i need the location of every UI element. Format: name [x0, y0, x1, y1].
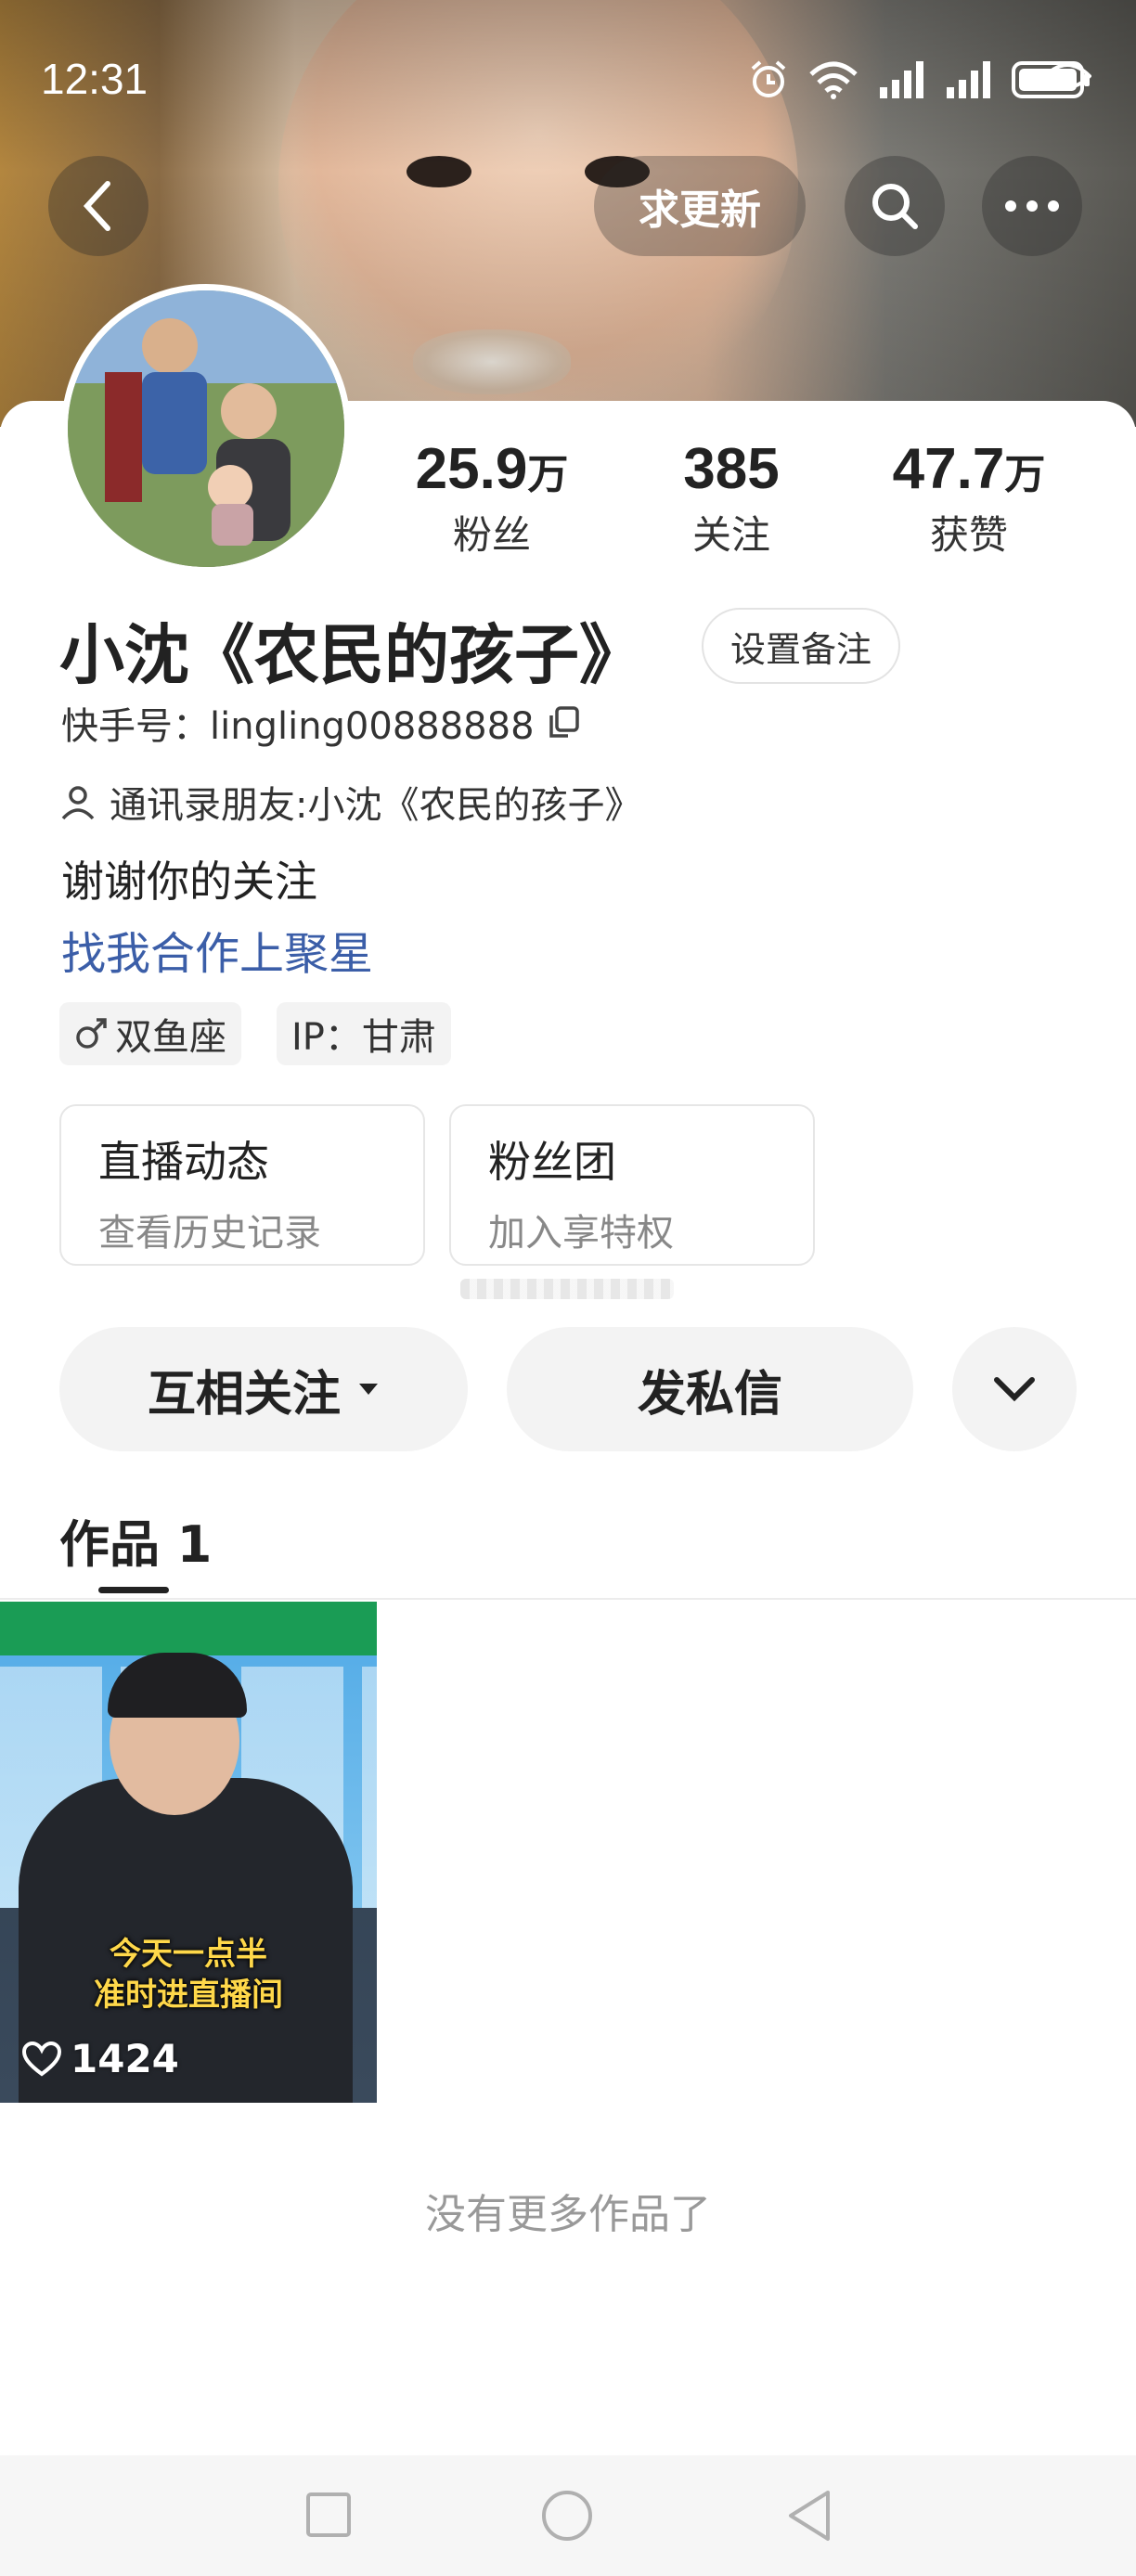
copy-icon[interactable]: [548, 706, 579, 740]
contact-friend-row: 通讯录朋友:小沈《农民的孩子》: [59, 775, 641, 829]
more-options-button[interactable]: [982, 156, 1082, 256]
content-tabs: 作品 1: [0, 1494, 1136, 1600]
video-likes-count: 1424: [71, 2036, 179, 2081]
fan-club-title: 粉丝团: [488, 1137, 616, 1187]
tab-works[interactable]: 作品 1: [59, 1503, 212, 1577]
send-message-label: 发私信: [637, 1366, 782, 1423]
likes-stat[interactable]: 47.7万 获赞: [848, 436, 1090, 560]
search-button[interactable]: [845, 156, 945, 256]
fan-club-subtitle: 加入享特权: [488, 1212, 674, 1255]
profile-bio: 谢谢你的关注: [61, 857, 317, 907]
ip-text: IP：甘肃: [291, 1016, 436, 1059]
caret-down-icon: [359, 1384, 378, 1395]
mutual-follow-label: 互相关注: [147, 1366, 341, 1423]
back-button[interactable]: [48, 156, 148, 256]
fans-unit: 万: [527, 452, 569, 497]
fan-club-card[interactable]: 粉丝团 加入享特权: [449, 1104, 815, 1266]
ip-tag: IP：甘肃: [277, 1002, 451, 1065]
expand-button[interactable]: [952, 1327, 1077, 1451]
no-more-works-text: 没有更多作品了: [425, 2191, 711, 2238]
mutual-follow-button[interactable]: 互相关注: [59, 1327, 468, 1451]
alarm-icon: [751, 60, 786, 97]
zodiac-tag: 双鱼座: [59, 1002, 241, 1065]
profile-name: 小沈《农民的孩子》: [59, 617, 644, 693]
send-message-button[interactable]: 发私信: [507, 1327, 913, 1451]
male-icon: [76, 1018, 107, 1049]
chevron-down-icon: [994, 1377, 1035, 1402]
likes-label: 获赞: [929, 512, 1008, 558]
blurred-text: [460, 1279, 674, 1299]
contact-friend-text: 通讯录朋友:小沈《农民的孩子》: [110, 784, 642, 827]
signal-icon: [880, 61, 923, 98]
kuaishou-id: 快手号：lingling00888888: [61, 696, 579, 750]
following-stat[interactable]: 385 关注: [611, 436, 852, 560]
signal-icon: [947, 61, 990, 98]
fans-label: 粉丝: [452, 512, 531, 558]
wifi-icon: [809, 61, 858, 99]
live-history-card[interactable]: 直播动态 查看历史记录: [59, 1104, 425, 1266]
cooperation-link[interactable]: 找我合作上聚星: [61, 917, 373, 982]
status-time: 12:31: [41, 55, 148, 103]
home-icon[interactable]: [540, 2489, 594, 2543]
video-caption: 今天一点半 准时进直播间: [0, 1934, 377, 2016]
live-history-subtitle: 查看历史记录: [98, 1212, 321, 1255]
more-horizontal-icon: [1005, 200, 1059, 212]
video-caption-line: 今天一点半: [110, 1936, 267, 1973]
live-history-title: 直播动态: [98, 1137, 269, 1187]
video-caption-line: 准时进直播间: [94, 1977, 283, 2014]
system-nav-bar: [0, 2455, 1136, 2576]
request-update-button[interactable]: 求更新: [594, 156, 806, 256]
tab-active-indicator: [98, 1587, 169, 1593]
battery-icon: [1012, 61, 1090, 98]
status-bar: 12:31: [0, 46, 1136, 121]
likes-unit: 万: [1004, 452, 1046, 497]
following-count: 385: [683, 437, 780, 501]
video-thumbnail[interactable]: 今天一点半 准时进直播间 1424: [0, 1602, 377, 2103]
fans-stat[interactable]: 25.9万 粉丝: [371, 436, 613, 560]
search-icon: [872, 184, 918, 229]
following-label: 关注: [691, 512, 770, 558]
back-nav-icon[interactable]: [785, 2489, 833, 2543]
set-remark-button[interactable]: 设置备注: [702, 608, 900, 684]
zodiac-text: 双鱼座: [115, 1016, 226, 1059]
person-icon: [61, 786, 95, 820]
avatar-photo: [68, 290, 344, 567]
recents-icon[interactable]: [304, 2489, 353, 2541]
chevron-left-icon: [83, 181, 110, 231]
avatar[interactable]: [61, 284, 351, 573]
video-likes: 1424: [22, 2036, 179, 2081]
fans-count: 25.9: [415, 437, 528, 501]
heart-icon: [22, 2041, 61, 2076]
kuaishou-id-text: 快手号：lingling00888888: [61, 705, 535, 748]
likes-count: 47.7: [892, 437, 1005, 501]
